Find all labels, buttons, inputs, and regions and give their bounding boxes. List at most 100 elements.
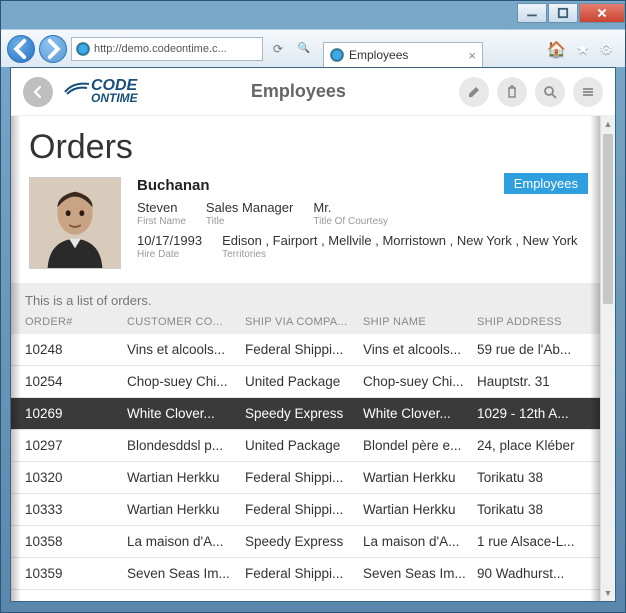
cell-shipname: Wartian Herkku — [363, 470, 477, 485]
courtesy-value: Mr. — [313, 200, 388, 215]
cell-order: 10297 — [25, 438, 127, 453]
orders-table-body: 10248Vins et alcools...Federal Shippi...… — [11, 334, 600, 590]
cell-shipname: Wartian Herkku — [363, 502, 477, 517]
back-button[interactable] — [7, 35, 35, 63]
col-shipvia[interactable]: SHIP VIA COMPA... — [245, 316, 363, 328]
window-chrome: http://demo.codeontime.c... ⟳ 🔍 Employee… — [0, 0, 626, 613]
address-bar[interactable]: http://demo.codeontime.c... — [71, 37, 263, 61]
tab-close-icon[interactable]: × — [468, 48, 476, 63]
ie-icon — [76, 42, 90, 56]
scrollbar[interactable]: ▲ ▼ — [600, 116, 615, 601]
list-description: This is a list of orders. — [11, 283, 600, 312]
cell-customer: Wartian Herkku — [127, 502, 245, 517]
territories-value: Edison , Fairport , Mellvile , Morristow… — [222, 233, 577, 248]
cell-shipvia: Speedy Express — [245, 406, 363, 421]
content-area: Orders Employees Buchanan StevenFirst Na… — [11, 116, 615, 601]
search-button[interactable] — [535, 77, 565, 107]
table-row[interactable]: 10297Blondesddsl p...United PackageBlond… — [11, 430, 600, 462]
table-row[interactable]: 10358La maison d'A...Speedy ExpressLa ma… — [11, 526, 600, 558]
cell-addr: 1029 - 12th A... — [477, 406, 586, 421]
cell-order: 10254 — [25, 374, 127, 389]
cell-customer: Wartian Herkku — [127, 470, 245, 485]
col-order[interactable]: ORDER# — [25, 316, 127, 328]
app-back-button[interactable] — [23, 77, 53, 107]
cell-order: 10248 — [25, 342, 127, 357]
ie-icon — [330, 48, 344, 62]
first-name-label: First Name — [137, 216, 186, 227]
cell-customer: Seven Seas Im... — [127, 566, 245, 581]
cell-shipname: White Clover... — [363, 406, 477, 421]
hire-date-label: Hire Date — [137, 249, 202, 260]
cell-shipname: Seven Seas Im... — [363, 566, 477, 581]
cell-order: 10320 — [25, 470, 127, 485]
cell-addr: Torikatu 38 — [477, 502, 586, 517]
employee-card: Employees Buchanan StevenFirst Name Sale… — [11, 177, 600, 277]
cell-shipvia: Federal Shippi... — [245, 470, 363, 485]
cell-order: 10269 — [25, 406, 127, 421]
cell-addr: Hauptstr. 31 — [477, 374, 586, 389]
home-icon[interactable]: 🏠 — [547, 40, 566, 58]
close-button[interactable] — [579, 3, 625, 23]
cell-order: 10358 — [25, 534, 127, 549]
browser-tab[interactable]: Employees × — [323, 42, 483, 68]
cell-shipvia: Federal Shippi... — [245, 342, 363, 357]
cell-order: 10359 — [25, 566, 127, 581]
delete-button[interactable] — [497, 77, 527, 107]
cell-addr: 1 rue Alsace-L... — [477, 534, 586, 549]
title-label: Title — [206, 216, 293, 227]
cell-addr: Torikatu 38 — [477, 470, 586, 485]
cell-shipname: Blondel père e... — [363, 438, 477, 453]
menu-button[interactable] — [573, 77, 603, 107]
titlebar — [1, 1, 625, 29]
cell-addr: 59 rue de l'Ab... — [477, 342, 586, 357]
favorites-icon[interactable]: ★ — [576, 40, 589, 58]
col-customer[interactable]: CUSTOMER CO... — [127, 316, 245, 328]
cell-shipvia: Speedy Express — [245, 534, 363, 549]
search-icon[interactable]: 🔍 — [293, 38, 315, 60]
app-logo: CODEONTIME — [63, 79, 138, 104]
table-row[interactable]: 10254Chop-suey Chi...United PackageChop-… — [11, 366, 600, 398]
col-shipaddr[interactable]: SHIP ADDRESS — [477, 316, 586, 328]
cell-addr: 24, place Kléber — [477, 438, 586, 453]
table-row[interactable]: 10359Seven Seas Im...Federal Shippi...Se… — [11, 558, 600, 590]
cell-shipname: Chop-suey Chi... — [363, 374, 477, 389]
col-shipname[interactable]: SHIP NAME — [363, 316, 477, 328]
employees-badge[interactable]: Employees — [504, 173, 588, 194]
cell-shipvia: Federal Shippi... — [245, 502, 363, 517]
cell-shipname: Vins et alcools... — [363, 342, 477, 357]
cell-shipvia: United Package — [245, 374, 363, 389]
refresh-button[interactable]: ⟳ — [267, 38, 289, 60]
cell-customer: Vins et alcools... — [127, 342, 245, 357]
cell-customer: Chop-suey Chi... — [127, 374, 245, 389]
page-heading: Orders — [11, 116, 600, 177]
title-value: Sales Manager — [206, 200, 293, 215]
scroll-up-icon[interactable]: ▲ — [601, 116, 615, 132]
cell-addr: 90 Wadhurst... — [477, 566, 586, 581]
tools-icon[interactable]: ⚙ — [600, 40, 613, 58]
tab-title: Employees — [349, 48, 408, 62]
scroll-down-icon[interactable]: ▼ — [601, 585, 615, 601]
browser-right-tools: 🏠 ★ ⚙ — [547, 40, 619, 58]
table-row[interactable]: 10248Vins et alcools...Federal Shippi...… — [11, 334, 600, 366]
territories-label: Territories — [222, 249, 577, 260]
hire-date-value: 10/17/1993 — [137, 233, 202, 248]
cell-shipvia: United Package — [245, 438, 363, 453]
browser-toolbar: http://demo.codeontime.c... ⟳ 🔍 Employee… — [1, 29, 625, 67]
cell-customer: White Clover... — [127, 406, 245, 421]
maximize-button[interactable] — [548, 3, 578, 23]
column-headers: ORDER# CUSTOMER CO... SHIP VIA COMPA... … — [11, 312, 600, 334]
edit-button[interactable] — [459, 77, 489, 107]
app-header: CODEONTIME Employees — [11, 68, 615, 116]
first-name-value: Steven — [137, 200, 186, 215]
table-row[interactable]: 10320Wartian HerkkuFederal Shippi...Wart… — [11, 462, 600, 494]
url-text: http://demo.codeontime.c... — [94, 43, 227, 55]
cell-order: 10333 — [25, 502, 127, 517]
cell-customer: La maison d'A... — [127, 534, 245, 549]
forward-button[interactable] — [39, 35, 67, 63]
scrollbar-thumb[interactable] — [603, 134, 613, 304]
table-row[interactable]: 10269White Clover...Speedy ExpressWhite … — [11, 398, 600, 430]
cell-customer: Blondesddsl p... — [127, 438, 245, 453]
minimize-button[interactable] — [517, 3, 547, 23]
app-title: Employees — [146, 81, 451, 102]
table-row[interactable]: 10333Wartian HerkkuFederal Shippi...Wart… — [11, 494, 600, 526]
